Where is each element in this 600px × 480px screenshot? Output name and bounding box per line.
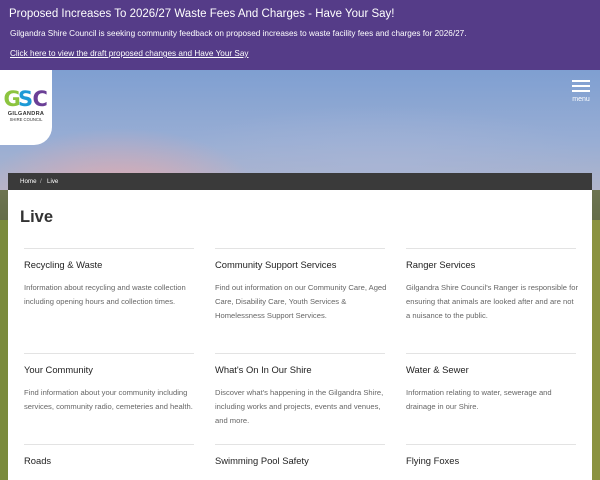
card-divider — [215, 444, 385, 445]
alert-title: Proposed Increases To 2026/27 Waste Fees… — [9, 8, 395, 20]
content-panel — [8, 190, 592, 480]
logo-subtitle: SHIRE COUNCIL — [9, 117, 43, 122]
card-title: Roads — [24, 455, 52, 466]
card-divider — [215, 353, 385, 354]
hero-field-right — [592, 220, 600, 480]
breadcrumb-current: Live — [47, 178, 59, 185]
gsc-logo-mark: G S C — [4, 87, 48, 110]
card-title: Swimming Pool Safety — [215, 455, 309, 466]
logo-letter-s: S — [18, 87, 32, 110]
card-title: Recycling & Waste — [24, 259, 103, 270]
card-divider — [406, 248, 576, 249]
card-title: Water & Sewer — [406, 364, 469, 375]
card-divider — [406, 444, 576, 445]
card-divider — [24, 353, 194, 354]
card-title: Flying Foxes — [406, 455, 460, 466]
card-title: Ranger Services — [406, 259, 476, 270]
logo-letter-c: C — [33, 87, 48, 110]
page-title: Live — [20, 208, 54, 226]
breadcrumb-home-link[interactable]: Home — [20, 177, 37, 186]
card-description: Find information about your community in… — [24, 388, 193, 411]
menu-label: menu — [572, 96, 590, 103]
card-divider — [215, 248, 385, 249]
alert-body: Gilgandra Shire Council is seeking commu… — [10, 29, 467, 38]
alert-have-your-say-link[interactable]: Click here to view the draft proposed ch… — [10, 48, 249, 59]
card-divider — [24, 248, 194, 249]
card-description: Discover what's happening in the Gilgand… — [215, 388, 384, 425]
card-description: Gilgandra Shire Council's Ranger is resp… — [406, 283, 578, 320]
breadcrumb: Home / Live — [8, 173, 592, 190]
breadcrumb-separator: / — [40, 178, 42, 185]
card-description: Information relating to water, sewerage … — [406, 388, 552, 411]
hero-field-left — [0, 220, 8, 480]
menu-button[interactable]: menu — [566, 78, 596, 104]
card-description: Find out information on our Community Ca… — [215, 283, 387, 320]
card-title: Community Support Services — [215, 259, 337, 270]
card-divider — [24, 444, 194, 445]
card-description: Information about recycling and waste co… — [24, 283, 186, 306]
card-title: What's On In Our Shire — [215, 364, 312, 375]
card-title: Your Community — [24, 364, 93, 375]
alert-banner: Proposed Increases To 2026/27 Waste Fees… — [0, 0, 600, 70]
card-divider — [406, 353, 576, 354]
